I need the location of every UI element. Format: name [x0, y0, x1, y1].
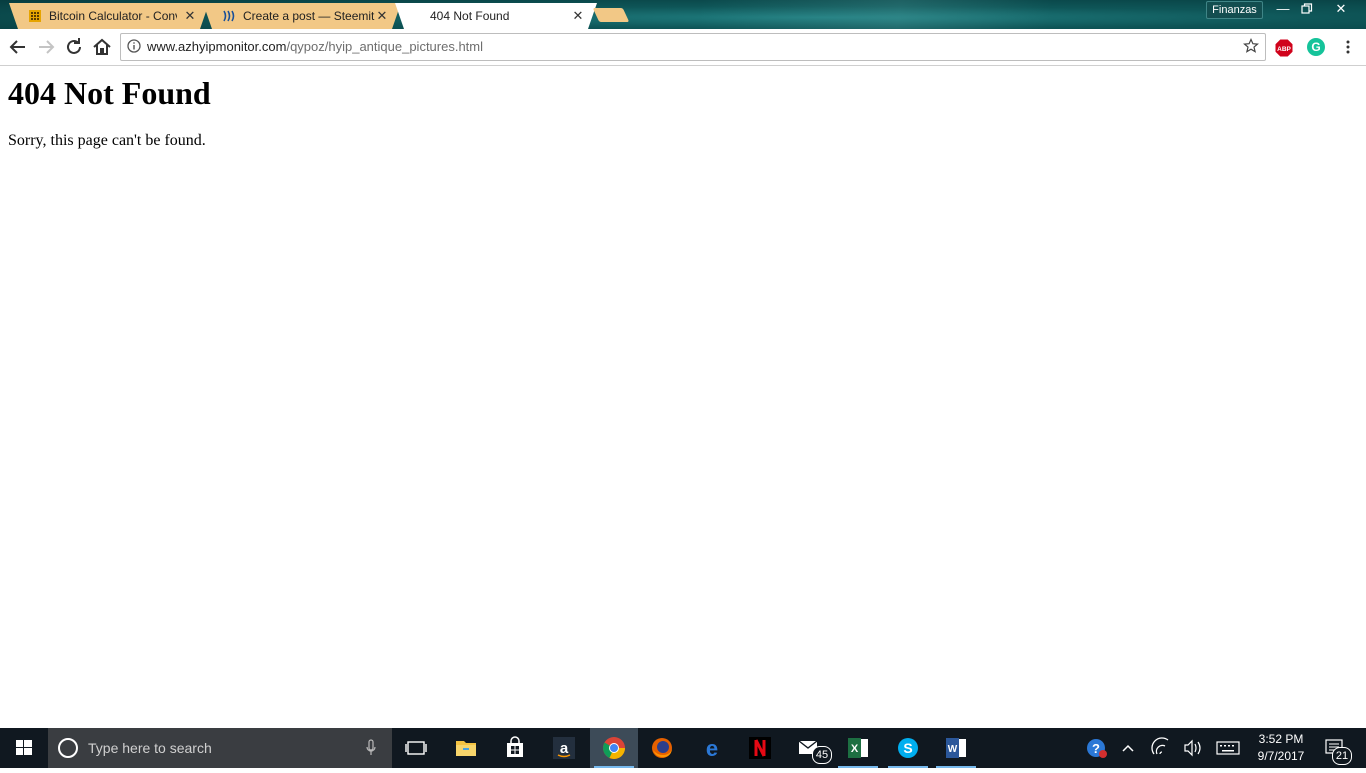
tab-title: Bitcoin Calculator - Conv — [49, 9, 177, 23]
netflix-icon[interactable] — [736, 728, 784, 768]
edge-icon[interactable]: e — [688, 728, 736, 768]
file-explorer-icon[interactable] — [442, 728, 490, 768]
back-arrow-icon[interactable] — [6, 35, 30, 59]
svg-text:a: a — [560, 740, 569, 757]
microphone-icon[interactable] — [366, 739, 376, 757]
firefox-icon[interactable] — [638, 728, 686, 768]
url-text: www.azhyipmonitor.com/qypoz/hyip_antique… — [147, 39, 483, 54]
windows-start-icon[interactable] — [0, 728, 48, 768]
system-clock[interactable]: 3:52 PM 9/7/2017 — [1250, 731, 1312, 765]
close-window-icon[interactable]: ✕ — [1326, 0, 1356, 18]
new-tab-button[interactable] — [592, 8, 630, 22]
browser-toolbar: www.azhyipmonitor.com/qypoz/hyip_antique… — [0, 29, 1366, 66]
svg-text:e: e — [706, 736, 718, 760]
chevron-up-icon[interactable] — [1118, 728, 1138, 768]
tab-steemit-post[interactable]: Create a post — Steemit ✕ — [203, 3, 401, 29]
cortana-icon — [58, 738, 78, 758]
adblock-plus-icon[interactable]: ABP — [1275, 39, 1293, 57]
calculator-icon — [28, 9, 42, 23]
page-heading: 404 Not Found — [8, 75, 211, 111]
tab-close-icon[interactable]: ✕ — [182, 8, 198, 24]
skype-icon[interactable]: S — [884, 728, 932, 768]
svg-text:S: S — [903, 740, 912, 756]
wifi-icon[interactable] — [1150, 728, 1172, 768]
tab-close-icon[interactable]: ✕ — [374, 8, 390, 24]
tab-title: Create a post — Steemit — [243, 9, 375, 23]
address-bar[interactable]: www.azhyipmonitor.com/qypoz/hyip_antique… — [120, 33, 1266, 61]
taskbar-search[interactable]: Type here to search — [48, 728, 392, 768]
svg-text:?: ? — [1092, 741, 1100, 756]
search-placeholder: Type here to search — [88, 740, 212, 756]
menu-dots-icon[interactable] — [1340, 39, 1356, 55]
word-icon[interactable]: W — [932, 728, 980, 768]
tab-404-not-found[interactable]: 404 Not Found ✕ — [395, 3, 597, 29]
info-icon[interactable] — [127, 39, 141, 53]
restore-icon[interactable] — [1292, 0, 1322, 18]
help-icon[interactable]: ? — [1084, 728, 1110, 768]
tab-title: 404 Not Found — [430, 9, 510, 23]
reload-icon[interactable] — [62, 35, 86, 59]
notification-badge: 21 — [1332, 747, 1352, 765]
clock-date: 9/7/2017 — [1257, 749, 1305, 763]
excel-icon[interactable]: X — [834, 728, 882, 768]
chrome-icon[interactable] — [590, 728, 638, 768]
amazon-icon[interactable]: a — [540, 728, 588, 768]
error-message: Sorry, this page can't be found. — [8, 132, 206, 149]
volume-icon[interactable] — [1182, 728, 1204, 768]
url-path: /qypoz/hyip_antique_pictures.html — [286, 39, 484, 54]
svg-text:X: X — [851, 743, 859, 755]
adblock-label: ABP — [1277, 46, 1291, 53]
bookmark-star-icon[interactable] — [1243, 38, 1259, 54]
tab-bitcoin-calculator[interactable]: Bitcoin Calculator - Conv ✕ — [9, 3, 209, 29]
clock-time: 3:52 PM — [1258, 732, 1304, 746]
store-icon[interactable] — [491, 728, 539, 768]
page-content: 404 Not Found Sorry, this page can't be … — [0, 66, 1366, 728]
keyboard-icon[interactable] — [1214, 728, 1242, 768]
title-bar: Bitcoin Calculator - Conv ✕ Create a pos… — [0, 0, 1366, 29]
svg-text:W: W — [948, 744, 958, 755]
grammarly-icon[interactable]: G — [1307, 38, 1325, 56]
tab-close-icon[interactable]: ✕ — [570, 8, 586, 24]
taskbar: Type here to search a e 45 X S W ? 3:52 … — [0, 728, 1366, 768]
task-view-icon[interactable] — [392, 728, 440, 768]
url-domain: www.azhyipmonitor.com — [147, 39, 287, 54]
steemit-icon — [222, 9, 236, 23]
profile-button[interactable]: Finanzas — [1206, 1, 1263, 19]
forward-arrow-icon[interactable] — [34, 35, 58, 59]
notification-center-icon[interactable]: 21 — [1320, 728, 1356, 768]
home-icon[interactable] — [90, 35, 114, 59]
mail-icon[interactable]: 45 — [786, 728, 834, 768]
mail-badge: 45 — [812, 746, 832, 764]
